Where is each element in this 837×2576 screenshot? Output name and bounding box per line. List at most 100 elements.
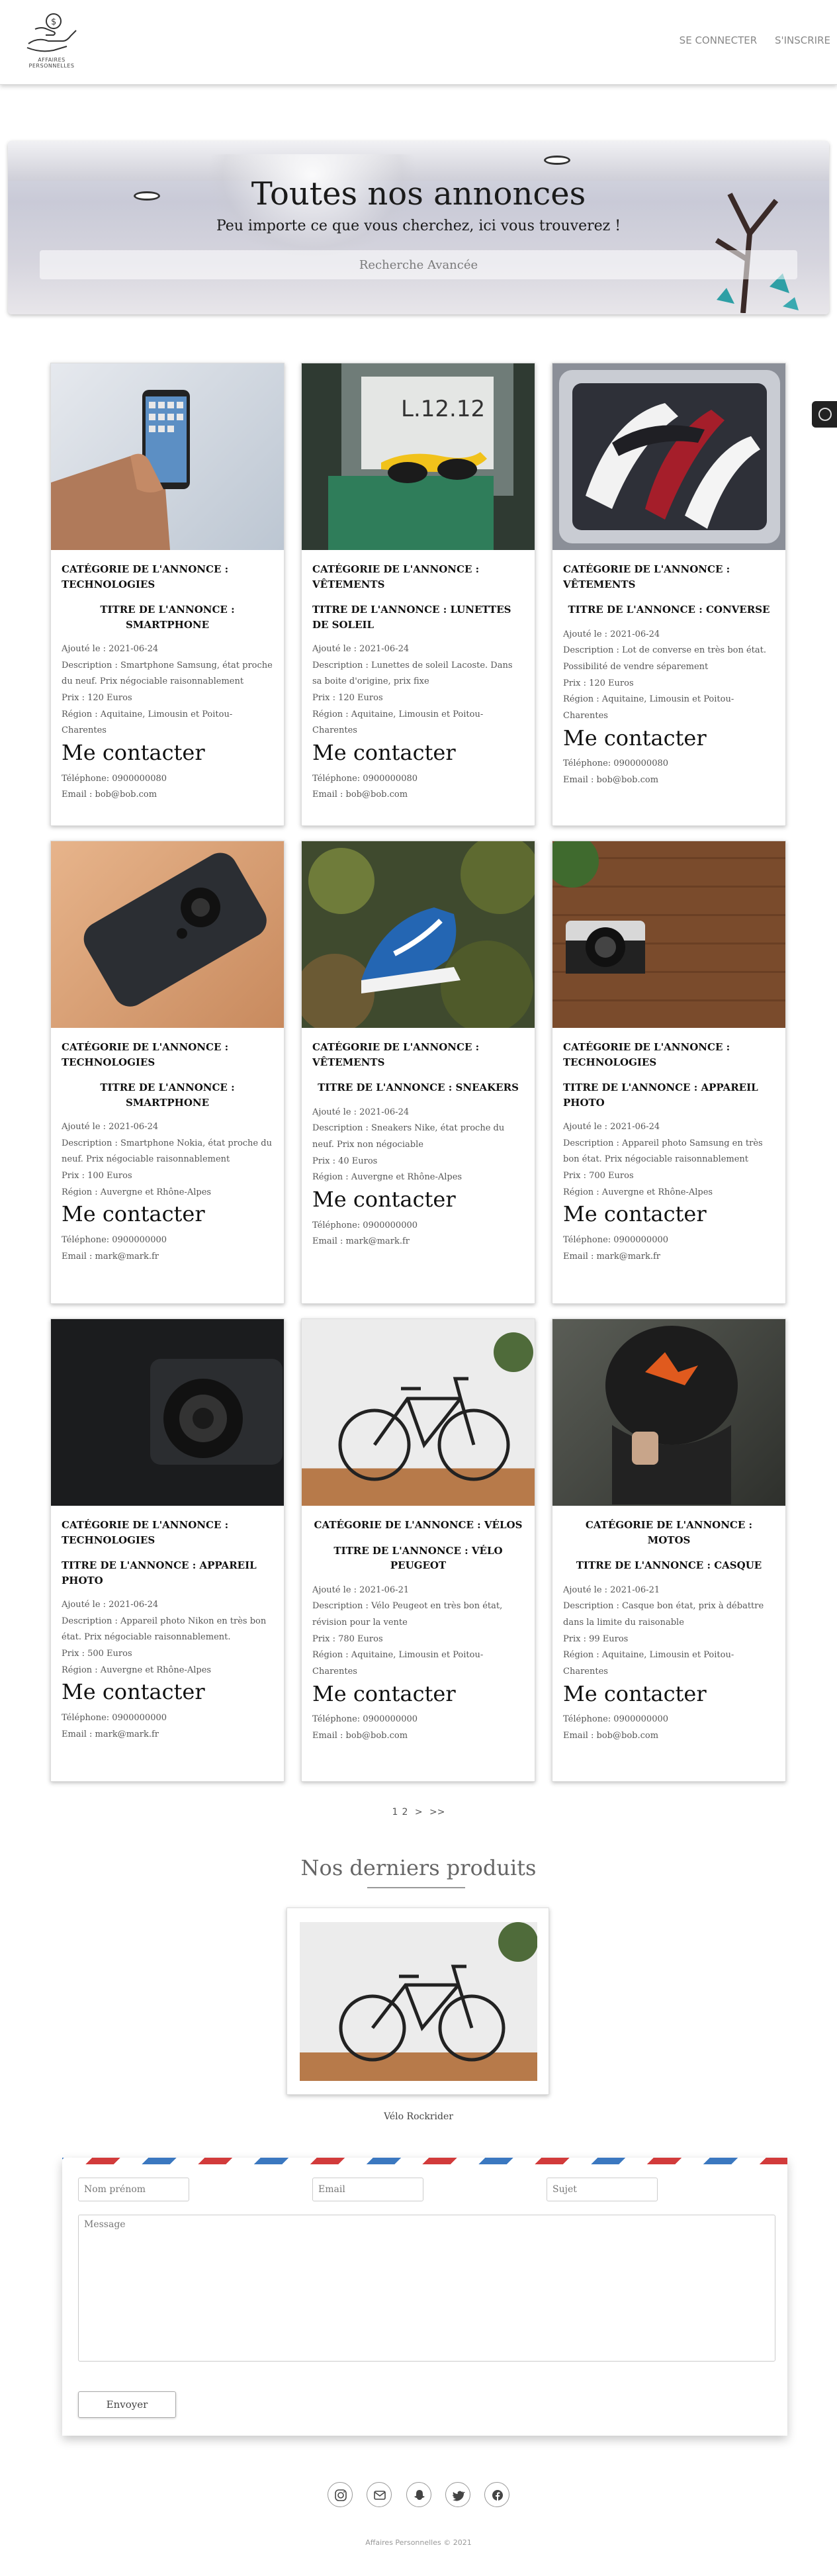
login-link[interactable]: SE CONNECTER <box>680 34 758 46</box>
ceiling-lamp <box>544 156 570 165</box>
logo-text: AFFAIRES PERSONNELLES <box>28 57 75 69</box>
send-button[interactable]: Envoyer <box>78 2391 176 2418</box>
email-field[interactable] <box>312 2178 423 2201</box>
heading-underline <box>367 1887 465 1888</box>
listing-image <box>552 1319 785 1506</box>
hero-subtitle: Peu importe ce que vous cherchez, ici vo… <box>216 218 621 234</box>
listing-price: Prix : 120 Euros <box>563 678 634 688</box>
contact-info: Téléphone: 0900000080 Email : bob@bob.co… <box>312 771 524 804</box>
name-field[interactable] <box>78 2178 189 2201</box>
social-links <box>0 2482 837 2510</box>
listing-title: TITRE DE L'ANNONCE : SMARTPHONE <box>100 1081 235 1109</box>
listing-card[interactable]: CATÉGORIE DE L'ANNONCE : VÊTEMENTS TITRE… <box>301 841 535 1304</box>
listing-image <box>552 841 785 1028</box>
listing-category: CATÉGORIE DE L'ANNONCE : TECHNOLOGIES <box>563 1041 730 1068</box>
listing-description: Description : Sneakers Nike, état proche… <box>312 1123 505 1150</box>
hero-title: Toutes nos annonces <box>251 175 586 212</box>
listing-card[interactable]: L.12.12 CATÉGORIE DE L'ANNONCE : VÊTEMEN… <box>301 363 535 826</box>
listing-title: TITRE DE L'ANNONCE : SMARTPHONE <box>100 604 235 631</box>
snapchat-icon[interactable] <box>406 2482 431 2507</box>
listing-region: Région : Auvergne et Rhône-Alpes <box>62 1187 212 1197</box>
listing-title: TITRE DE L'ANNONCE : CASQUE <box>576 1559 762 1571</box>
listing-card[interactable]: CATÉGORIE DE L'ANNONCE : TECHNOLOGIES TI… <box>50 1318 285 1782</box>
contact-form: Envoyer <box>62 2158 787 2436</box>
listing-image <box>302 841 535 1028</box>
contact-info: Téléphone: 0900000080 Email : bob@bob.co… <box>563 756 775 788</box>
listing-price: Prix : 120 Euros <box>312 693 383 704</box>
latest-product-card[interactable] <box>286 1908 549 2095</box>
listing-card[interactable]: CATÉGORIE DE L'ANNONCE : TECHNOLOGIES TI… <box>50 363 285 826</box>
listing-price: Prix : 780 Euros <box>312 1633 383 1644</box>
last-page-link[interactable]: >> <box>429 1807 445 1817</box>
listing-region: Région : Aquitaine, Limousin et Poitou-C… <box>312 709 484 736</box>
listing-details: Ajouté le : 2021-06-24 Description : App… <box>62 1597 273 1679</box>
contrast-icon <box>818 408 832 421</box>
listing-title: TITRE DE L'ANNONCE : CONVERSE <box>568 604 770 616</box>
page-link-2[interactable]: 2 <box>402 1807 408 1817</box>
hand-dollar-logo-icon: $ <box>26 13 77 52</box>
listing-card[interactable]: CATÉGORIE DE L'ANNONCE : TECHNOLOGIES TI… <box>552 841 786 1304</box>
listing-description: Description : Lot de converse en très bo… <box>563 645 766 672</box>
dslr-camera-image <box>150 1359 283 1465</box>
listing-card[interactable]: CATÉGORIE DE L'ANNONCE : MOTOS TITRE DE … <box>552 1318 786 1782</box>
page-link-1[interactable]: 1 <box>392 1807 398 1817</box>
contact-phone: Téléphone: 0900000000 <box>563 1714 669 1725</box>
listing-region: Région : Aquitaine, Limousin et Poitou-C… <box>563 694 734 721</box>
message-field[interactable] <box>78 2215 775 2362</box>
nokia-phone-image <box>83 852 267 1007</box>
facebook-icon[interactable] <box>484 2482 509 2507</box>
contact-info: Téléphone: 0900000000 Email : mark@mark.… <box>62 1710 273 1743</box>
instagram-icon[interactable] <box>328 2482 353 2507</box>
site-header: $ AFFAIRES PERSONNELLES SE CONNECTER S'I… <box>0 0 837 85</box>
listing-category: CATÉGORIE DE L'ANNONCE : MOTOS <box>585 1519 753 1546</box>
svg-text:$: $ <box>51 17 56 27</box>
listing-image <box>302 1319 535 1506</box>
phone-in-hand-image <box>51 390 190 550</box>
contact-email: Email : mark@mark.fr <box>62 1251 159 1262</box>
latest-product-name: Vélo Rockrider <box>384 2111 453 2122</box>
contact-heading: Me contacter <box>62 740 205 766</box>
listing-date: Ajouté le : 2021-06-24 <box>62 1122 159 1132</box>
listing-date: Ajouté le : 2021-06-24 <box>563 629 660 639</box>
listing-region: Région : Aquitaine, Limousin et Poitou-C… <box>62 709 233 736</box>
latest-product-image <box>300 1922 537 2081</box>
listing-image: L.12.12 <box>302 363 535 550</box>
latest-products-section: Nos derniers produits <box>0 1855 837 1888</box>
mail-icon[interactable] <box>367 2482 392 2507</box>
next-page-link[interactable]: > <box>415 1807 423 1817</box>
listing-date: Ajouté le : 2021-06-21 <box>563 1585 660 1595</box>
listing-title: TITRE DE L'ANNONCE : SNEAKERS <box>318 1081 519 1093</box>
svg-text:L.12.12: L.12.12 <box>401 396 485 422</box>
accessibility-toggle-button[interactable] <box>812 401 837 428</box>
listing-category: CATÉGORIE DE L'ANNONCE : TECHNOLOGIES <box>62 1041 229 1068</box>
twitter-icon[interactable] <box>445 2482 470 2507</box>
contact-info: Téléphone: 0900000000 Email : mark@mark.… <box>62 1232 273 1265</box>
footer-copyright: Affaires Personnelles © 2021 <box>365 2538 472 2547</box>
listing-title: TITRE DE L'ANNONCE : VÉLO PEUGEOT <box>333 1544 503 1572</box>
hero-banner: Toutes nos annonces Peu importe ce que v… <box>8 141 829 314</box>
listing-image <box>51 1319 284 1506</box>
signup-link[interactable]: S'INSCRIRE <box>775 34 830 46</box>
listing-region: Région : Aquitaine, Limousin et Poitou-C… <box>312 1650 484 1677</box>
advanced-search-input[interactable] <box>40 250 797 279</box>
listing-image <box>552 363 785 550</box>
bicycle-image <box>339 1922 537 2062</box>
subject-field[interactable] <box>547 2178 658 2201</box>
contact-info: Téléphone: 0900000080 Email : bob@bob.co… <box>62 771 273 804</box>
retro-camera-image <box>552 841 645 974</box>
listing-card[interactable]: CATÉGORIE DE L'ANNONCE : VÉLOS TITRE DE … <box>301 1318 535 1782</box>
contact-phone: Téléphone: 0900000000 <box>312 1714 418 1725</box>
contact-email: Email : mark@mark.fr <box>62 1729 159 1739</box>
contact-phone: Téléphone: 0900000000 <box>62 1235 167 1246</box>
site-logo[interactable]: $ AFFAIRES PERSONNELLES <box>19 9 85 73</box>
listing-region: Région : Auvergne et Rhône-Alpes <box>563 1187 713 1197</box>
listing-category: CATÉGORIE DE L'ANNONCE : VÊTEMENTS <box>563 563 730 590</box>
contact-phone: Téléphone: 0900000000 <box>563 1235 669 1246</box>
listing-details: Ajouté le : 2021-06-24 Description : Sne… <box>312 1105 524 1186</box>
listing-category: CATÉGORIE DE L'ANNONCE : VÊTEMENTS <box>312 563 480 590</box>
listing-card[interactable]: CATÉGORIE DE L'ANNONCE : TECHNOLOGIES TI… <box>50 841 285 1304</box>
listing-date: Ajouté le : 2021-06-24 <box>312 1107 410 1117</box>
contact-phone: Téléphone: 0900000080 <box>312 773 418 784</box>
listing-card[interactable]: CATÉGORIE DE L'ANNONCE : VÊTEMENTS TITRE… <box>552 363 786 826</box>
listing-details: Ajouté le : 2021-06-21 Description : Vél… <box>312 1583 524 1680</box>
